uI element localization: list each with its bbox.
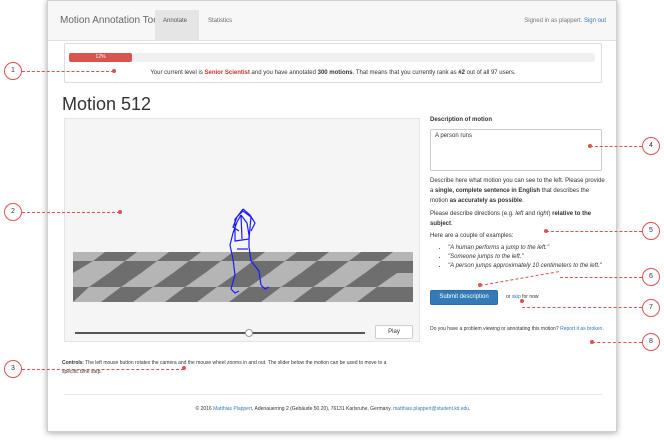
motion-viewer[interactable]: Play [64,118,420,342]
footer: © 2016 Matthias Plappert, Adenauerring 2… [48,406,616,412]
play-button[interactable]: Play [375,325,413,339]
direction-help: Please describe directions (e.g. left an… [430,209,606,229]
tab-annotate[interactable]: Annotate [155,10,199,41]
callout-1: 1 [4,62,22,80]
scene-canvas [73,208,413,302]
description-label: Description of motion [430,117,492,123]
callout-6: 6 [642,268,660,286]
description-help: Describe here what motion you can see to… [430,176,606,206]
callout-leader [22,212,120,213]
footer-divider [64,394,602,395]
level-name: Senior Scientist [204,70,250,76]
level-progress-bar: 12% [69,53,595,62]
help-text: . [451,221,453,227]
annotation-count: 300 motions [317,70,353,76]
callout-dot [544,229,548,233]
problem-question: Do you have a problem viewing or annotat… [430,326,559,332]
status-text-part: . That means that you currently rank as [352,70,457,76]
help-text: and [525,211,536,217]
callout-leader [592,342,642,343]
status-panel: 12% Your current level is Senior Scienti… [64,43,602,83]
navbar: Motion Annotation Tool Annotate Statisti… [48,1,616,41]
checkerboard-floor [73,252,413,302]
author-link[interactable]: Matthias Plappert [213,406,252,412]
submit-description-button[interactable]: Submit description [430,290,498,305]
controls-description: : The left mouse button rotates the came… [62,360,387,375]
help-italic: left [515,211,524,217]
callout-8: 8 [642,333,660,351]
skip-or-text: or [506,294,511,300]
callout-leader [560,277,642,278]
report-problem: Do you have a problem viewing or annotat… [430,325,606,334]
status-text-part: out of all 97 users. [466,70,516,76]
footer-suffix: . [469,406,471,412]
footer-address: , Adenauerring 2 (Gebäude 50.20), 76131 … [252,406,392,412]
sign-out-link[interactable]: Sign out [584,18,606,24]
examples-list: "A human performs a jump to the left." "… [440,244,606,271]
callout-dot [478,283,482,287]
status-text-part: Your current level is [150,70,203,76]
callout-leader [590,146,642,147]
examples-intro: Here are a couple of examples: [430,233,514,239]
progress-fill: 12% [69,53,133,62]
app-window: Motion Annotation Tool Annotate Statisti… [47,0,617,432]
skip-for-now-text: for now [522,294,539,300]
controls-help: Controls: The left mouse button rotates … [62,359,392,377]
app-brand[interactable]: Motion Annotation Tool [60,15,161,26]
callout-dot [590,340,594,344]
timeline-slider-thumb[interactable] [245,329,253,337]
callout-leader [546,231,642,232]
controls-label: Controls [62,360,83,366]
callout-2: 2 [4,203,22,221]
footer-copyright: © 2016 [195,406,212,412]
progress-label: 12% [95,54,106,60]
callout-leader [22,369,184,370]
status-message: Your current level is Senior Scientist a… [65,70,601,76]
example-item: "A human performs a jump to the left." [448,244,606,253]
callout-7: 7 [642,299,660,317]
callout-leader [522,307,642,308]
callout-dot [182,366,186,370]
tab-statistics[interactable]: Statistics [200,10,244,41]
help-italic: right [536,211,549,217]
example-item: "Someone jumps to the left." [448,253,606,262]
example-item: "A person jumps approximately 10 centime… [448,262,606,271]
callout-dot [588,144,592,148]
report-broken-link[interactable]: Report it as broken. [560,326,604,332]
help-text: ) [548,211,551,217]
help-emphasis: single, complete sentence in English [435,188,541,194]
description-input[interactable]: A person runs [430,129,602,171]
user-rank: #2 [458,70,465,76]
callout-dot [118,210,122,214]
help-text: . [522,198,524,204]
signed-in-info: Signed in as plappert. Sign out [524,18,606,24]
page-title: Motion 512 [62,94,152,114]
help-text: Please describe directions (e.g. [430,211,514,217]
callout-4: 4 [642,137,660,155]
callout-5: 5 [642,222,660,240]
callout-3: 3 [4,360,22,378]
help-emphasis: as accurately as possible [449,198,523,204]
signed-in-text: Signed in as plappert. [524,18,583,24]
callout-dot [520,299,524,303]
callout-dot [112,69,116,73]
email-link[interactable]: matthias.plappert@student.kit.edu [393,406,469,412]
timeline-slider-track[interactable] [75,332,365,334]
callout-leader [22,71,114,72]
status-text-part: and you have annotated [251,70,316,76]
